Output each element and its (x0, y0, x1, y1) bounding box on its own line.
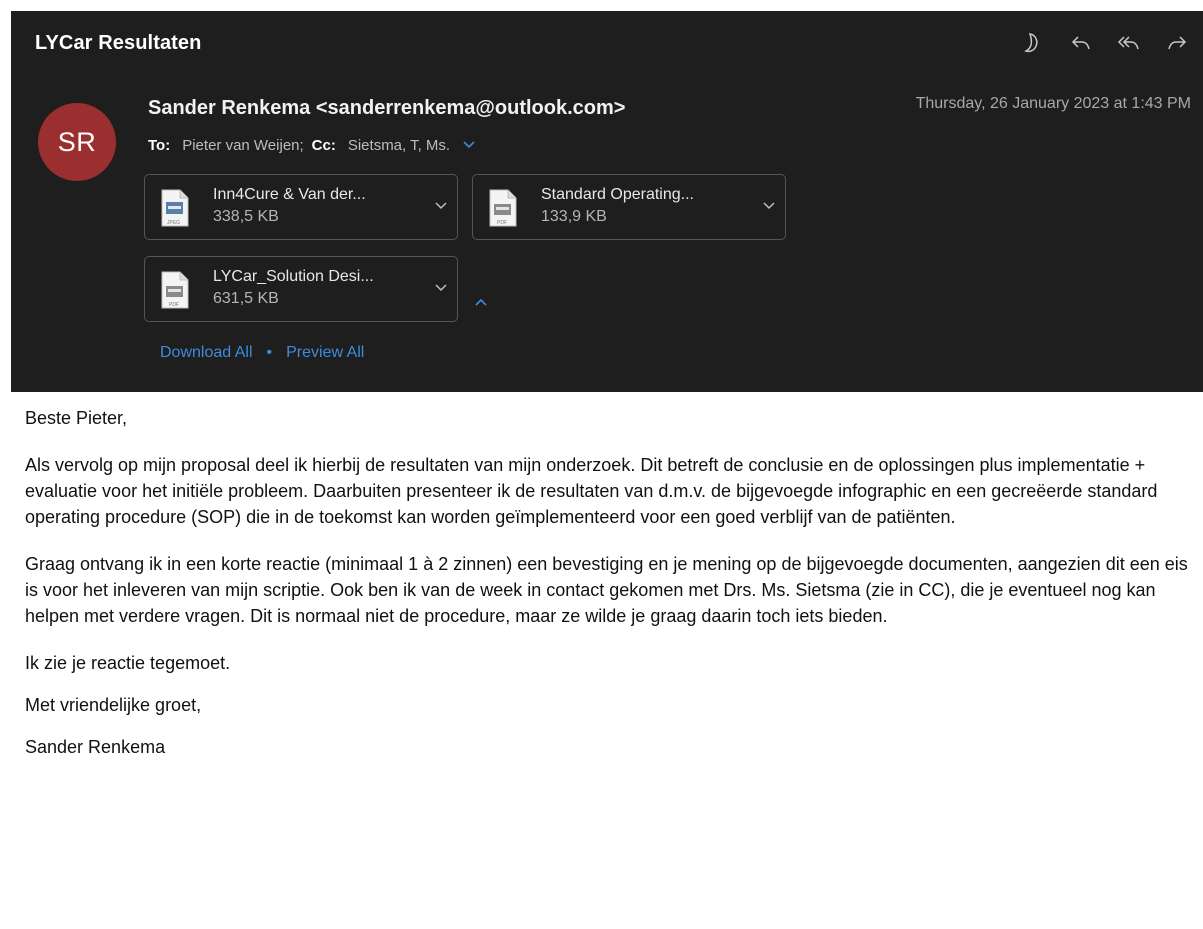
attachment-name: Standard Operating... (541, 186, 694, 203)
svg-text:JPEG: JPEG (167, 220, 180, 226)
attachment-size: 338,5 KB (213, 208, 279, 225)
reply-icon[interactable] (1067, 29, 1095, 57)
closing-line: Met vriendelijke groet, (25, 695, 202, 715)
attachment-menu-chevron-icon[interactable] (433, 279, 449, 295)
email-body: Beste Pieter, Als vervolg op mijn propos… (25, 405, 1195, 776)
attachment-name: LYCar_Solution Desi... (213, 268, 374, 285)
email-subject: LYCar Resultaten (35, 32, 202, 54)
attachment-size: 133,9 KB (541, 208, 607, 225)
download-all-link[interactable]: Download All (160, 344, 253, 362)
to-recipient[interactable]: Pieter van Weijen; (182, 137, 303, 154)
jpeg-file-icon: JPEG (161, 189, 189, 227)
avatar: SR (38, 103, 116, 181)
to-label: To: (148, 137, 171, 154)
reply-all-icon[interactable] (1115, 29, 1143, 57)
attachment-size: 631,5 KB (213, 290, 279, 307)
attachment-card[interactable]: PDF LYCar_Solution Desi... 631,5 KB (144, 256, 458, 322)
closing-line: Ik zie je reactie tegemoet. (25, 653, 231, 673)
moon-icon[interactable] (1019, 29, 1047, 57)
attachment-card[interactable]: JPEG Inn4Cure & Van der... 338,5 KB (144, 174, 458, 240)
attachment-menu-chevron-icon[interactable] (433, 197, 449, 213)
attachment-menu-chevron-icon[interactable] (761, 197, 777, 213)
expand-recipients-chevron-icon[interactable] (462, 137, 476, 154)
pdf-file-icon: PDF (489, 189, 517, 227)
pdf-file-icon: PDF (161, 271, 189, 309)
cc-label: Cc: (311, 137, 336, 154)
body-paragraph: Graag ontvang ik in een korte reactie (m… (25, 554, 1188, 626)
greeting: Beste Pieter, (25, 408, 128, 428)
cc-recipient[interactable]: Sietsma, T, Ms. (348, 137, 450, 154)
email-window: LYCar Resultaten SR Sander Renkema <sand… (0, 0, 1203, 929)
attachment-card[interactable]: PDF Standard Operating... 133,9 KB (472, 174, 786, 240)
header-actions (1019, 29, 1191, 57)
svg-text:PDF: PDF (169, 302, 179, 308)
forward-icon[interactable] (1163, 29, 1191, 57)
sender-name[interactable]: Sander Renkema <sanderrenkema@outlook.co… (148, 97, 625, 120)
link-separator: • (266, 344, 273, 361)
svg-text:PDF: PDF (497, 220, 507, 226)
body-paragraph: Als vervolg op mijn proposal deel ik hie… (25, 455, 1158, 527)
recipients-line: To: Pieter van Weijen; Cc: Sietsma, T, M… (148, 137, 476, 154)
attachment-name: Inn4Cure & Van der... (213, 186, 366, 203)
attachment-links: Download All • Preview All (160, 344, 364, 362)
signature: Sander Renkema (25, 737, 166, 757)
preview-all-link[interactable]: Preview All (286, 344, 364, 362)
collapse-attachments-chevron-icon[interactable] (473, 295, 489, 311)
email-date: Thursday, 26 January 2023 at 1:43 PM (915, 95, 1191, 112)
email-header: LYCar Resultaten SR Sander Renkema <sand… (11, 11, 1203, 392)
